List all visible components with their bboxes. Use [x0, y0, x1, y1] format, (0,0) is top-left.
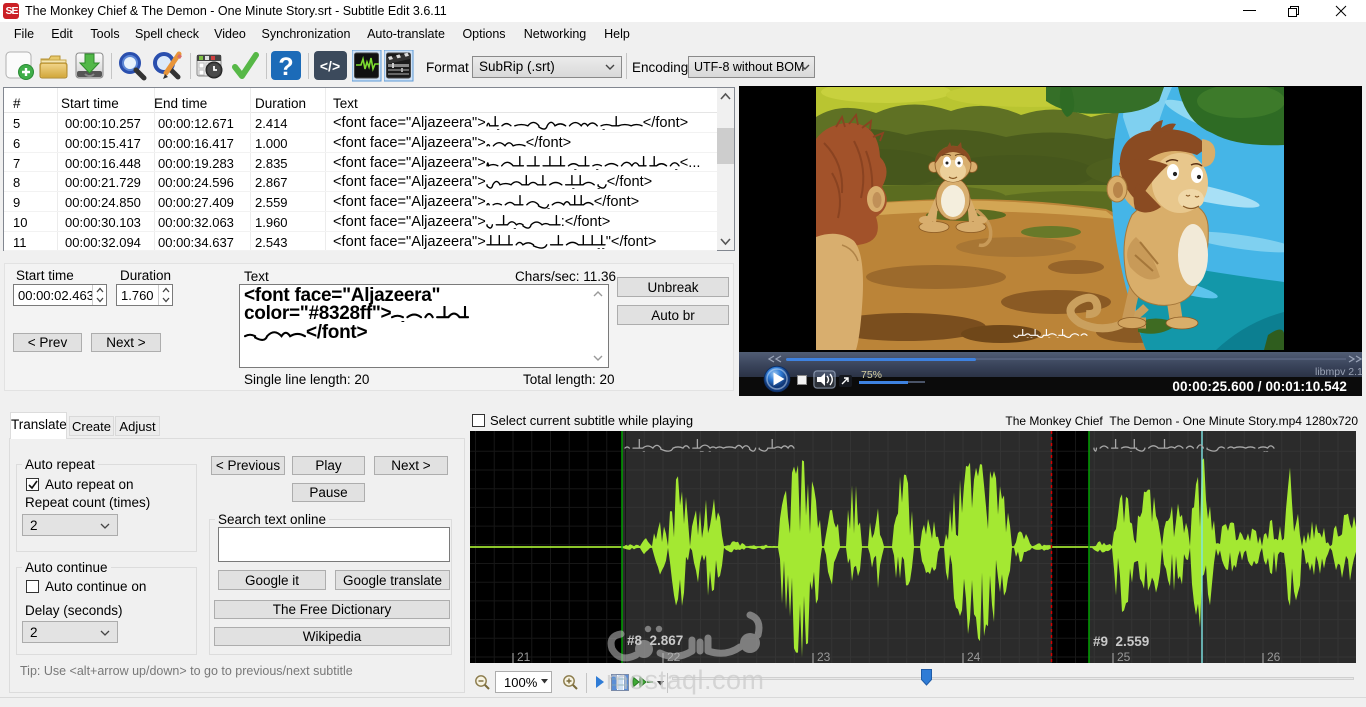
svg-text:25: 25 — [1117, 650, 1131, 663]
svg-text:26: 26 — [1267, 650, 1281, 663]
svg-text:24: 24 — [967, 650, 981, 663]
svg-text:#9 2.559: #9 2.559 — [1093, 634, 1149, 649]
svg-text:23: 23 — [817, 650, 831, 663]
svg-text:</>: </> — [320, 58, 340, 74]
svg-text:21: 21 — [517, 650, 531, 663]
svg-text:?: ? — [278, 53, 293, 81]
